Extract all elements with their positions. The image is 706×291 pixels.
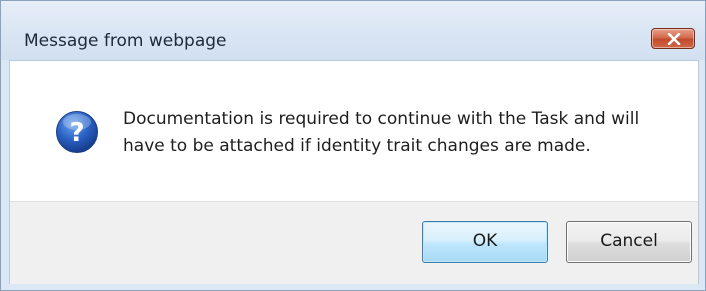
dialog-titlebar[interactable]: Message from webpage [1, 1, 705, 60]
dialog-message: Documentation is required to continue wi… [123, 106, 683, 160]
svg-text:?: ? [69, 118, 84, 148]
question-icon: ? [56, 111, 98, 153]
message-line-1: Documentation is required to continue wi… [123, 109, 640, 129]
dialog-title: Message from webpage [24, 31, 227, 51]
message-line-2: have to be attached if identity trait ch… [123, 136, 591, 156]
dialog-button-bar: OK Cancel [10, 201, 698, 284]
message-dialog: Message from webpage ? Documentation is … [0, 0, 706, 291]
dialog-body: ? Documentation is required to continue … [9, 60, 699, 284]
close-button[interactable] [651, 28, 695, 49]
ok-button[interactable]: OK [422, 221, 548, 263]
close-icon [667, 33, 681, 45]
cancel-button[interactable]: Cancel [566, 221, 692, 263]
